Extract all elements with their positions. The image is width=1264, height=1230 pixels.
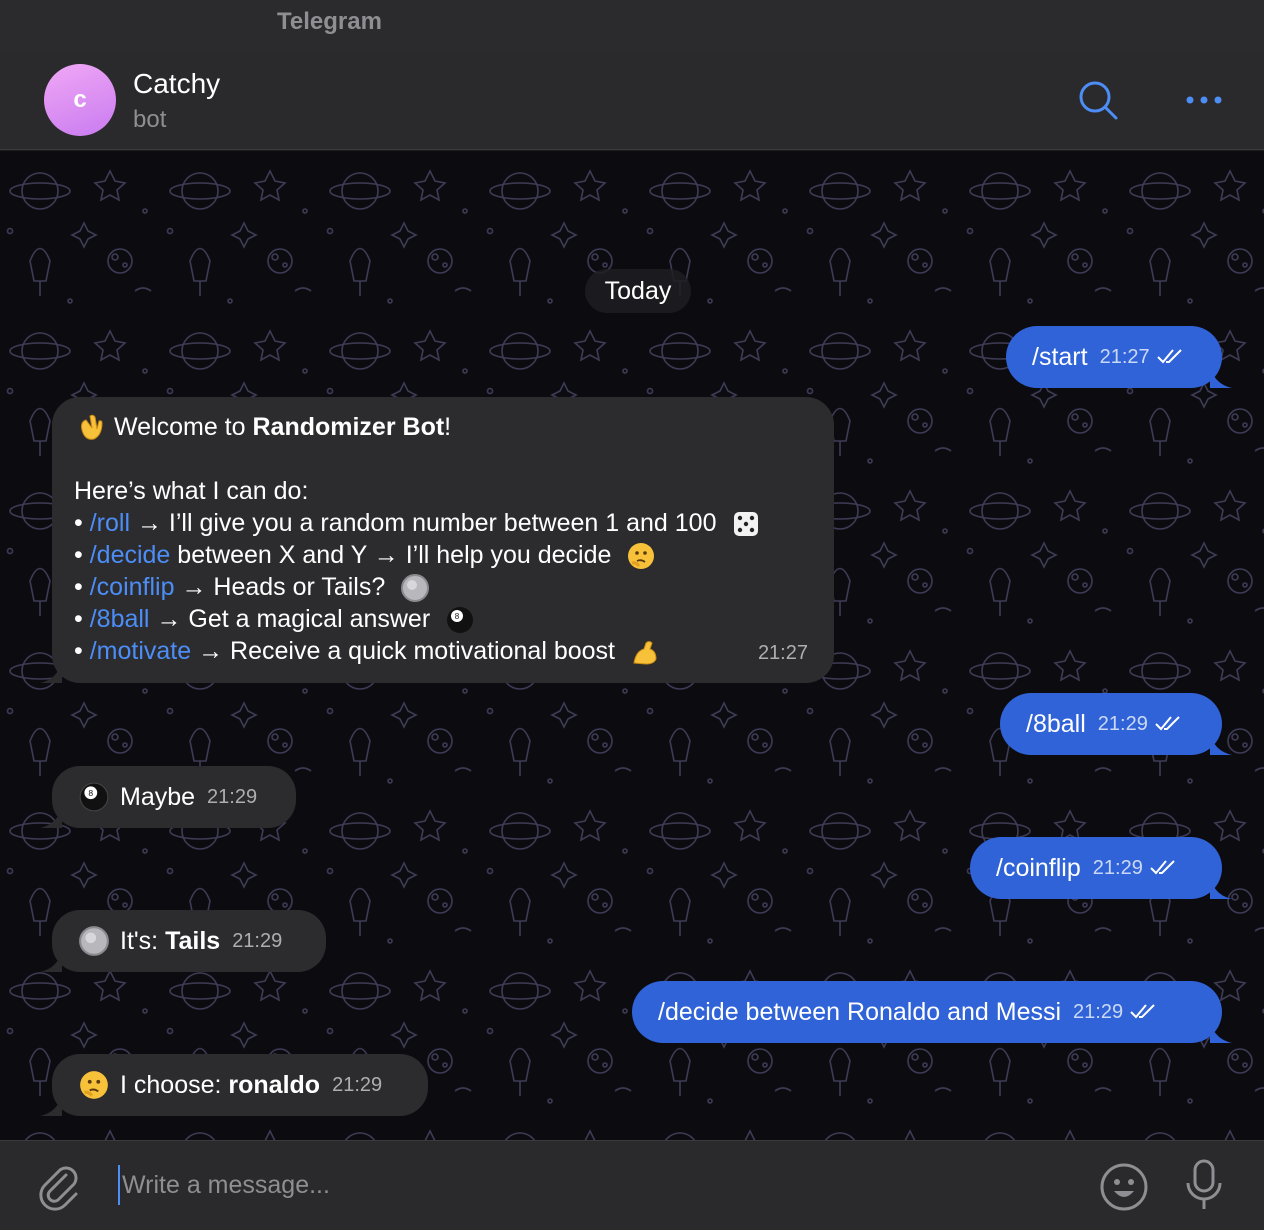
message-incoming-welcome[interactable]: Welcome to Randomizer Bot! Here’s what I…: [40, 397, 834, 683]
avatar[interactable]: c: [44, 64, 116, 136]
eight-ball-icon: 8: [447, 607, 474, 634]
message-text: /start: [1032, 343, 1088, 371]
svg-text:8: 8: [455, 612, 460, 621]
read-checkmarks-icon: [1130, 1004, 1155, 1019]
message-time: 21:29: [207, 786, 258, 808]
microphone-icon[interactable]: [1182, 1157, 1226, 1215]
command-link-roll[interactable]: /roll: [90, 509, 130, 537]
welcome-suffix: !: [444, 413, 452, 441]
bubble-tail: [40, 806, 62, 828]
command-list-item: • /roll → I’ll give you a random number …: [74, 507, 812, 539]
dice-icon: [734, 512, 759, 537]
choice-result: ronaldo: [228, 1071, 321, 1099]
bot-name: Randomizer Bot: [252, 413, 445, 441]
eight-ball-icon: 8: [79, 782, 109, 812]
message-text: /decide between Ronaldo and Messi: [658, 998, 1062, 1026]
command-list-item: • /motivate → Receive a quick motivation…: [74, 635, 812, 667]
read-checkmarks-icon: [1150, 860, 1175, 875]
message-outgoing[interactable]: /decide between Ronaldo and Messi 21:29: [632, 981, 1232, 1043]
command-list-item: • /8ball → Get a magical answer 8: [74, 603, 812, 635]
read-checkmarks-icon: [1156, 349, 1182, 364]
bubble-tail: [1210, 877, 1232, 899]
command-link-coinflip[interactable]: /coinflip: [90, 573, 175, 601]
chat-title[interactable]: Catchy: [133, 68, 220, 100]
window-title: Telegram: [277, 8, 382, 35]
welcome-line: Welcome to Randomizer Bot!: [74, 411, 812, 443]
more-button[interactable]: [1180, 78, 1228, 122]
message-time: 21:29: [1092, 857, 1143, 879]
message-composer: [0, 1140, 1264, 1230]
search-icon: [1079, 81, 1118, 120]
paperclip-icon[interactable]: [36, 1163, 84, 1211]
date-divider: Today: [585, 269, 691, 313]
message-text: /8ball: [1026, 710, 1086, 738]
more-icon: [1186, 96, 1222, 104]
read-checkmarks-icon: [1155, 716, 1180, 731]
coin-icon: [401, 574, 430, 603]
thinking-face-icon: [628, 543, 655, 570]
command-list-item: • /decide between X and Y → I’ll help yo…: [74, 539, 812, 571]
message-prefix: I choose:: [120, 1071, 229, 1099]
message-time: 21:27: [757, 642, 808, 664]
command-link-decide[interactable]: /decide: [90, 541, 171, 569]
bubble-tail: [40, 1094, 62, 1116]
bubble-tail: [1210, 733, 1232, 755]
bubble-tail: [1210, 366, 1232, 388]
message-incoming[interactable]: 8 Maybe 21:29: [40, 766, 296, 828]
bubble-tail: [40, 950, 62, 972]
svg-text:8: 8: [88, 788, 93, 798]
message-prefix: It's:: [120, 927, 166, 955]
coin-icon: [79, 926, 109, 956]
message-incoming[interactable]: I choose: ronaldo 21:29: [40, 1054, 428, 1116]
message-incoming[interactable]: It's: Tails 21:29: [40, 910, 326, 972]
message-text: /coinflip: [996, 854, 1081, 882]
message-time: 21:29: [232, 930, 283, 952]
message-outgoing[interactable]: /8ball 21:29: [1000, 693, 1232, 755]
window-titlebar: Telegram: [0, 0, 1264, 50]
bubble-tail: [40, 661, 62, 683]
message-text: Maybe: [120, 783, 196, 811]
bubble-tail: [1210, 1021, 1232, 1043]
coin-result: Tails: [165, 927, 221, 955]
waving-hand-icon: [81, 415, 103, 441]
message-time: 21:29: [332, 1074, 383, 1096]
welcome-prefix: Welcome to: [114, 413, 253, 441]
avatar-letter: c: [73, 86, 87, 113]
message-input[interactable]: [118, 1165, 1058, 1205]
message-time: 21:29: [1097, 713, 1148, 735]
command-link-8ball[interactable]: /8ball: [90, 605, 150, 633]
message-outgoing[interactable]: /start 21:27: [1006, 326, 1232, 388]
chat-header: c Catchy bot: [0, 50, 1264, 150]
chat-subtitle: bot: [133, 106, 167, 133]
flexed-biceps-icon: [633, 641, 657, 665]
search-button[interactable]: [1074, 78, 1122, 122]
chat-area[interactable]: Today /start 21:27 Welcome to Randomizer…: [0, 151, 1264, 1140]
message-time: 21:27: [1099, 346, 1150, 368]
thinking-face-icon: [80, 1071, 108, 1099]
welcome-intro: Here’s what I can do:: [74, 477, 309, 505]
command-list-item: • /coinflip → Heads or Tails?: [74, 571, 812, 603]
command-link-motivate[interactable]: /motivate: [90, 637, 191, 665]
message-time: 21:29: [1073, 1001, 1124, 1023]
emoji-icon[interactable]: [1098, 1161, 1150, 1213]
message-outgoing[interactable]: /coinflip 21:29: [970, 837, 1232, 899]
